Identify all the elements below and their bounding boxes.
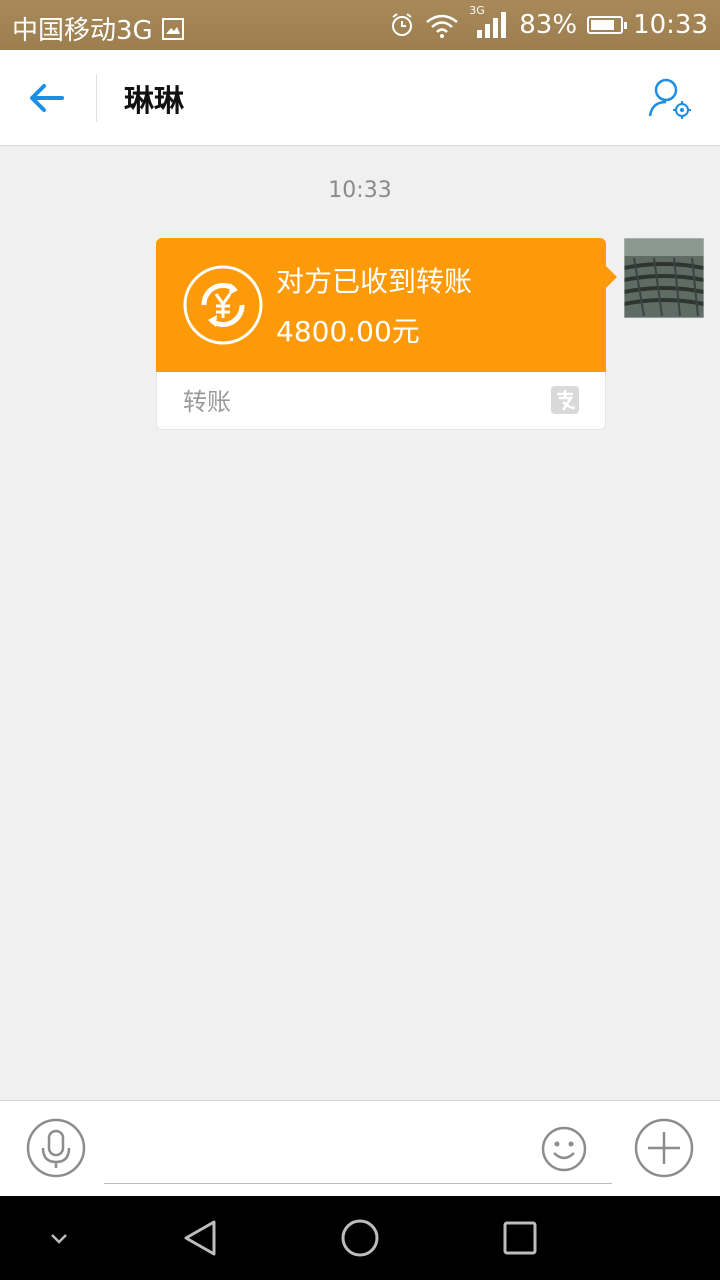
emoji-button[interactable] xyxy=(540,1125,588,1173)
alarm-icon xyxy=(392,13,413,36)
transfer-label: 转账 xyxy=(183,388,231,416)
status-right: 3G 83% 10:33 xyxy=(389,4,708,40)
hide-keyboard-button[interactable] xyxy=(44,1224,74,1252)
message-input[interactable] xyxy=(104,1121,612,1184)
contact-name: 琳琳 xyxy=(124,84,184,119)
nav-home-button[interactable] xyxy=(340,1218,380,1258)
tire-photo-avatar xyxy=(624,238,704,318)
bubble-tail xyxy=(606,266,617,288)
voice-button[interactable] xyxy=(26,1118,86,1178)
back-button[interactable] xyxy=(26,78,70,118)
user-settings-icon xyxy=(648,78,691,119)
status-bar: 中国移动3G 3G 83% 10:33 xyxy=(0,0,720,50)
chat-header: 琳琳 xyxy=(0,50,720,146)
transfer-status: 对方已收到转账 xyxy=(276,265,473,298)
transfer-card-header: 对方已收到转账 4800.00元 xyxy=(156,238,606,372)
chat-settings-button[interactable] xyxy=(646,76,696,122)
transfer-card[interactable]: 对方已收到转账 4800.00元 转账 xyxy=(156,238,617,430)
message-timestamp: 10:33 xyxy=(328,178,392,203)
signal-group: 3G xyxy=(469,4,509,40)
input-bar xyxy=(0,1100,720,1197)
transfer-card-footer: 转账 xyxy=(156,372,606,430)
clock: 10:33 xyxy=(633,10,708,40)
my-avatar[interactable] xyxy=(624,238,704,318)
arrow-left-icon xyxy=(30,84,64,112)
system-nav-bar xyxy=(0,1196,720,1280)
battery-level xyxy=(591,20,615,30)
carrier-text: 中国移动3G xyxy=(12,16,153,46)
nav-recents-button[interactable] xyxy=(502,1220,538,1256)
battery-icon xyxy=(587,16,628,34)
signal-icon xyxy=(477,12,507,38)
chevron-down-icon xyxy=(51,1234,67,1244)
alipay-icon xyxy=(551,386,579,414)
recents-square-icon xyxy=(503,1221,537,1255)
plus-circle-icon xyxy=(634,1118,694,1178)
header-divider xyxy=(96,74,97,122)
home-circle-icon xyxy=(341,1219,379,1257)
transfer-amount: 4800.00元 xyxy=(276,315,420,348)
smiley-icon xyxy=(541,1126,587,1172)
image-notification-icon xyxy=(161,17,184,40)
yuan-refund-icon xyxy=(183,265,263,345)
more-button[interactable] xyxy=(634,1118,694,1178)
battery-percent: 83% xyxy=(519,10,578,40)
status-left: 中国移动3G xyxy=(12,10,185,47)
wifi-icon xyxy=(426,14,459,38)
microphone-icon xyxy=(26,1118,86,1178)
back-triangle-icon xyxy=(184,1220,216,1256)
nav-back-button[interactable] xyxy=(182,1218,222,1258)
